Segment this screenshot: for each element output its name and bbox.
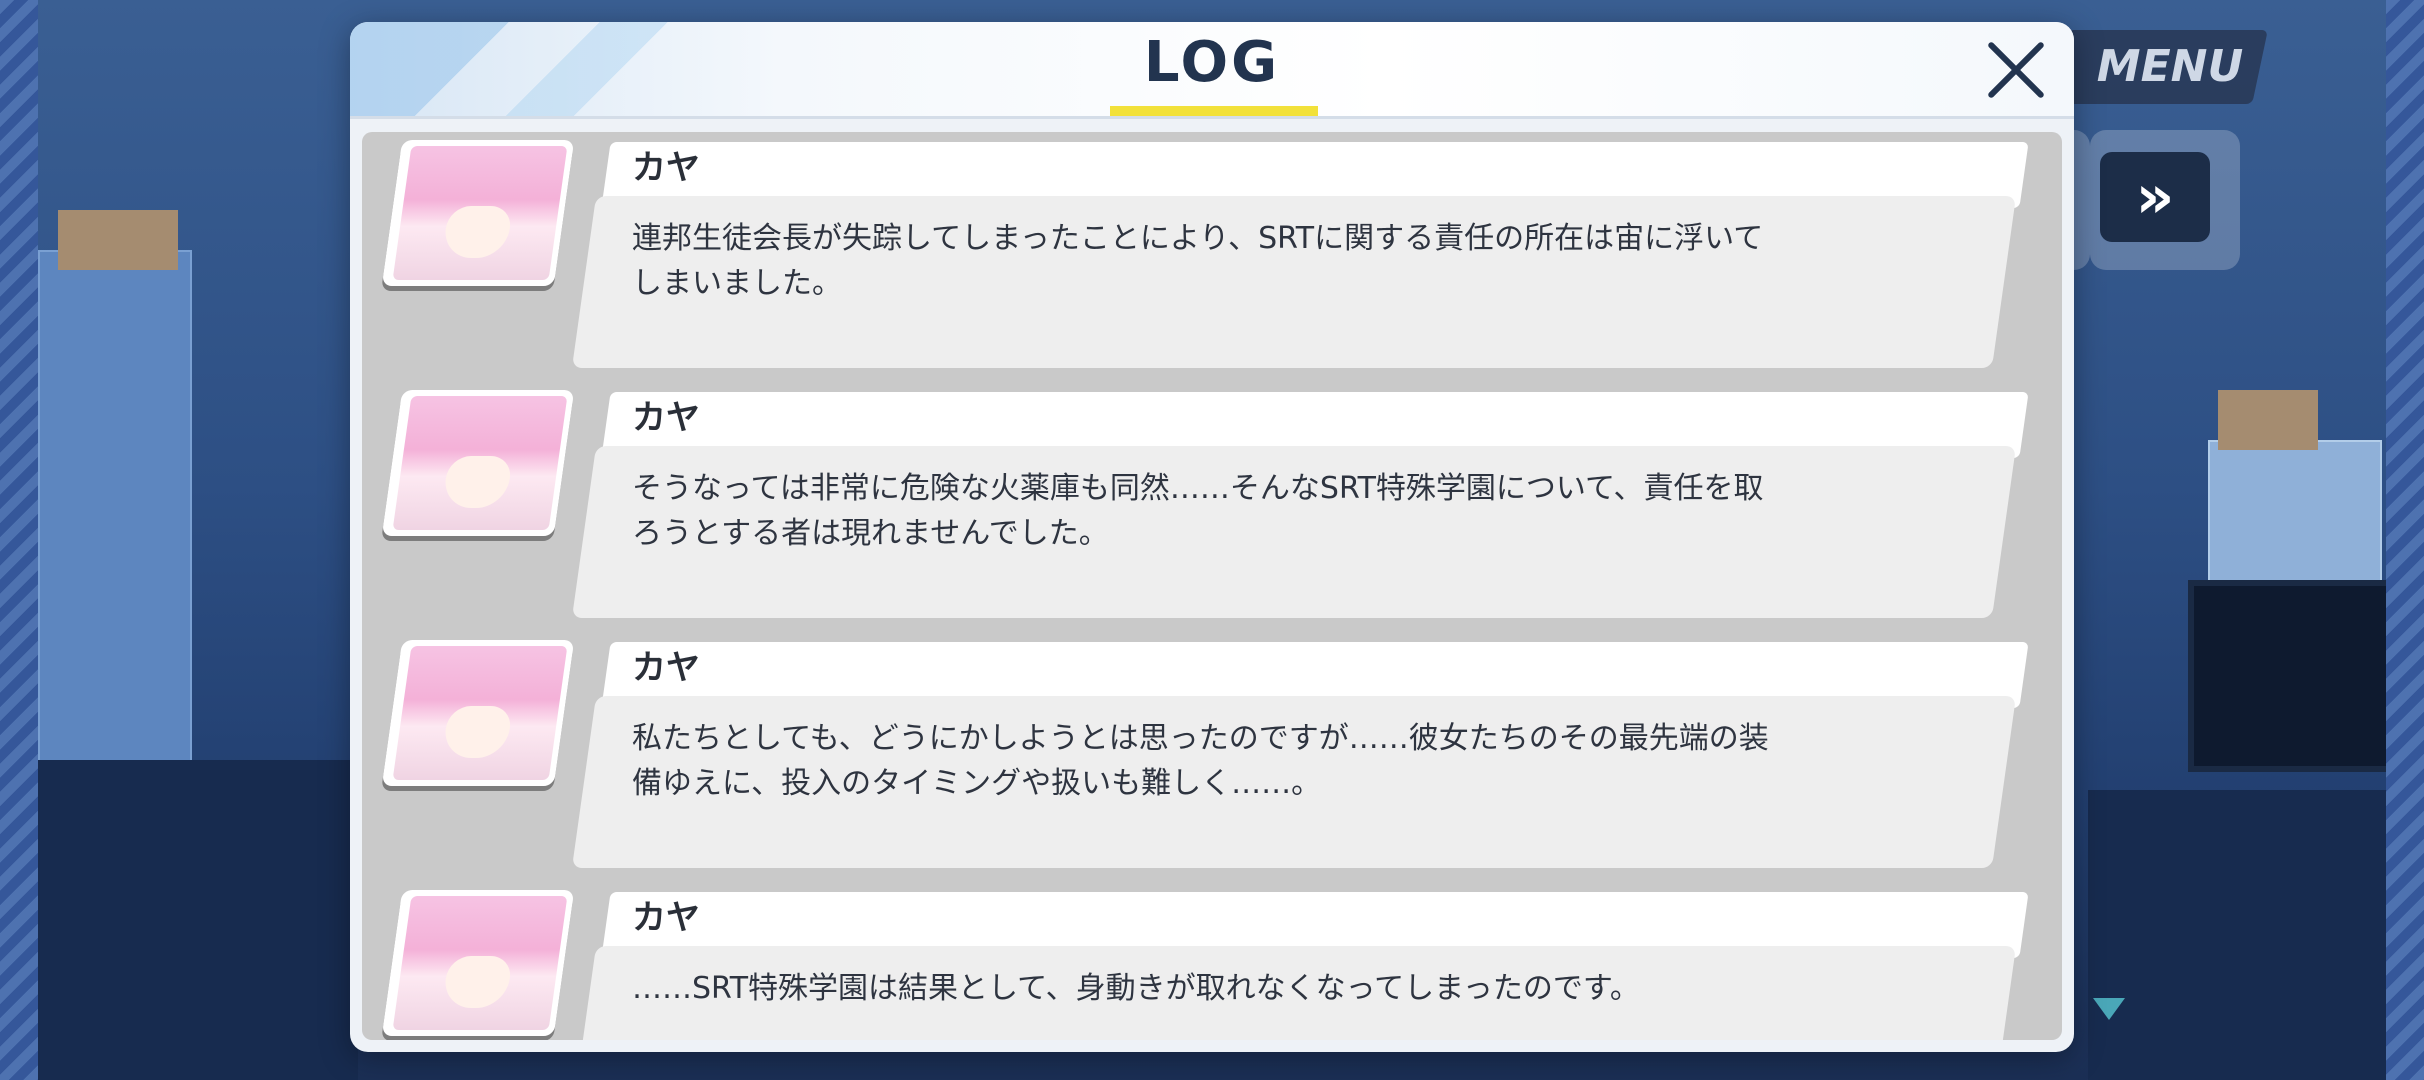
title-underline bbox=[1110, 106, 1318, 116]
speaker-name: カヤ bbox=[632, 148, 700, 188]
portrait-image bbox=[392, 396, 568, 530]
speaker-portrait bbox=[381, 890, 575, 1036]
portrait-image bbox=[392, 646, 568, 780]
menu-button-label: MENU bbox=[2096, 41, 2244, 92]
background-desk bbox=[38, 760, 358, 1080]
log-entry: カヤ ……SRT特殊学園は結果として、身動きが取れなくなってしまったのです。 bbox=[362, 888, 2062, 1040]
background-box bbox=[58, 210, 178, 270]
message-text: そうなっては非常に危険な火薬庫も同然……そんなSRT特殊学園について、責任を取ろ… bbox=[632, 471, 1764, 551]
speaker-portrait bbox=[381, 640, 575, 786]
left-border-stripe bbox=[0, 0, 38, 1080]
log-title: LOG bbox=[1143, 30, 1281, 95]
scroll-down-icon[interactable] bbox=[2093, 998, 2125, 1020]
message-text: 私たちとしても、どうにかしようとは思ったのですが……彼女たちのその最先端の装備ゆ… bbox=[632, 721, 1769, 801]
menu-button[interactable]: MENU bbox=[2052, 30, 2268, 104]
background-desk bbox=[2088, 790, 2386, 1080]
message-text: 連邦生徒会長が失踪してしまったことにより、SRTに関する責任の所在は宙に浮いてし… bbox=[632, 221, 1764, 301]
background-shelf bbox=[38, 250, 192, 774]
portrait-image bbox=[392, 146, 568, 280]
speaker-portrait bbox=[381, 390, 575, 536]
log-entry: カヤ 連邦生徒会長が失踪してしまったことにより、SRTに関する責任の所在は宙に浮… bbox=[362, 138, 2062, 378]
log-entry: カヤ 私たちとしても、どうにかしようとは思ったのですが……彼女たちのその最先端の… bbox=[362, 638, 2062, 878]
close-icon[interactable] bbox=[1982, 36, 2052, 106]
portrait-image bbox=[392, 896, 568, 1030]
background-monitor bbox=[2188, 580, 2386, 772]
log-dialog-header: LOG bbox=[350, 22, 2074, 119]
log-entry: カヤ そうなっては非常に危険な火薬庫も同然……そんなSRT特殊学園について、責任… bbox=[362, 388, 2062, 628]
speaker-name: カヤ bbox=[632, 898, 700, 938]
message-text: ……SRT特殊学園は結果として、身動きが取れなくなってしまったのです。 bbox=[632, 971, 1640, 1006]
speaker-portrait bbox=[381, 140, 575, 286]
log-list[interactable]: カヤ 連邦生徒会長が失踪してしまったことにより、SRTに関する責任の所在は宙に浮… bbox=[362, 132, 2062, 1040]
background-box bbox=[2218, 390, 2318, 450]
speaker-name: カヤ bbox=[632, 398, 700, 438]
right-border-stripe bbox=[2386, 0, 2424, 1080]
speaker-name: カヤ bbox=[632, 648, 700, 688]
log-dialog: LOG カヤ 連邦生徒会長が失踪してしまったことにより、SRTに関する責任の所在… bbox=[350, 22, 2074, 1052]
fast-forward-button[interactable]: » bbox=[2100, 152, 2210, 242]
